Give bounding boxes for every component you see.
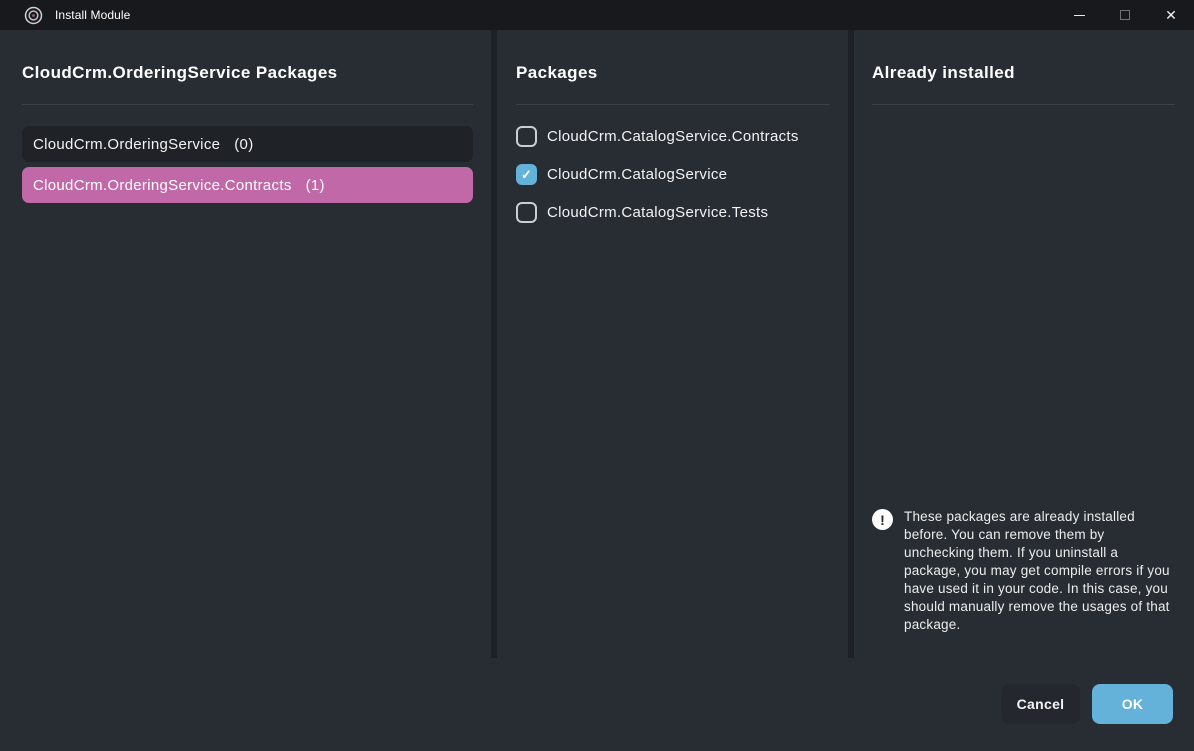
module-count: (1) — [306, 177, 325, 194]
modules-panel: CloudCrm.OrderingService Packages CloudC… — [22, 30, 473, 658]
app-logo-icon — [24, 6, 43, 25]
package-label: CloudCrm.CatalogService — [547, 166, 727, 183]
package-checkbox[interactable]: ✓ — [516, 202, 537, 223]
installed-note-text: These packages are already installed bef… — [904, 508, 1176, 634]
module-count: (0) — [234, 136, 253, 153]
column-divider — [491, 30, 497, 658]
package-label: CloudCrm.CatalogService.Tests — [547, 204, 768, 221]
package-row[interactable]: ✓ CloudCrm.CatalogService.Tests — [516, 202, 830, 223]
installed-note: ! These packages are already installed b… — [872, 508, 1176, 634]
close-icon: ✕ — [1165, 8, 1177, 22]
ok-button[interactable]: OK — [1092, 684, 1173, 724]
module-row[interactable]: CloudCrm.OrderingService (0) — [22, 126, 473, 162]
module-row[interactable]: CloudCrm.OrderingService.Contracts (1) — [22, 167, 473, 203]
close-button[interactable]: ✕ — [1148, 0, 1194, 30]
package-label: CloudCrm.CatalogService.Contracts — [547, 128, 799, 145]
package-row[interactable]: ✓ CloudCrm.CatalogService.Contracts — [516, 126, 830, 147]
check-icon: ✓ — [521, 168, 532, 181]
maximize-icon — [1120, 10, 1130, 20]
package-list: ✓ CloudCrm.CatalogService.Contracts ✓ Cl… — [516, 126, 830, 240]
package-checkbox[interactable]: ✓ — [516, 126, 537, 147]
already-installed-header: Already installed — [872, 30, 1175, 105]
footer: Cancel OK — [1001, 684, 1173, 724]
column-divider — [848, 30, 854, 658]
packages-panel: Packages ✓ CloudCrm.CatalogService.Contr… — [516, 30, 830, 658]
cancel-button[interactable]: Cancel — [1001, 684, 1080, 724]
maximize-button[interactable] — [1102, 0, 1148, 30]
minimize-icon — [1074, 15, 1085, 16]
module-name: CloudCrm.OrderingService — [33, 136, 220, 153]
window-title: Install Module — [55, 8, 130, 22]
module-list: CloudCrm.OrderingService (0) CloudCrm.Or… — [22, 126, 473, 208]
package-checkbox[interactable]: ✓ — [516, 164, 537, 185]
alert-icon: ! — [872, 509, 893, 530]
packages-panel-header: Packages — [516, 30, 830, 105]
titlebar: Install Module ✕ — [0, 0, 1194, 30]
dialog-body: CloudCrm.OrderingService Packages CloudC… — [0, 30, 1194, 658]
window-controls: ✕ — [1056, 0, 1194, 30]
modules-panel-header: CloudCrm.OrderingService Packages — [22, 30, 473, 105]
already-installed-panel: Already installed ! These packages are a… — [872, 30, 1175, 658]
module-name: CloudCrm.OrderingService.Contracts — [33, 177, 292, 194]
install-module-dialog: { "window": { "title": "Install Module" … — [0, 0, 1194, 751]
package-row[interactable]: ✓ CloudCrm.CatalogService — [516, 164, 830, 185]
minimize-button[interactable] — [1056, 0, 1102, 30]
